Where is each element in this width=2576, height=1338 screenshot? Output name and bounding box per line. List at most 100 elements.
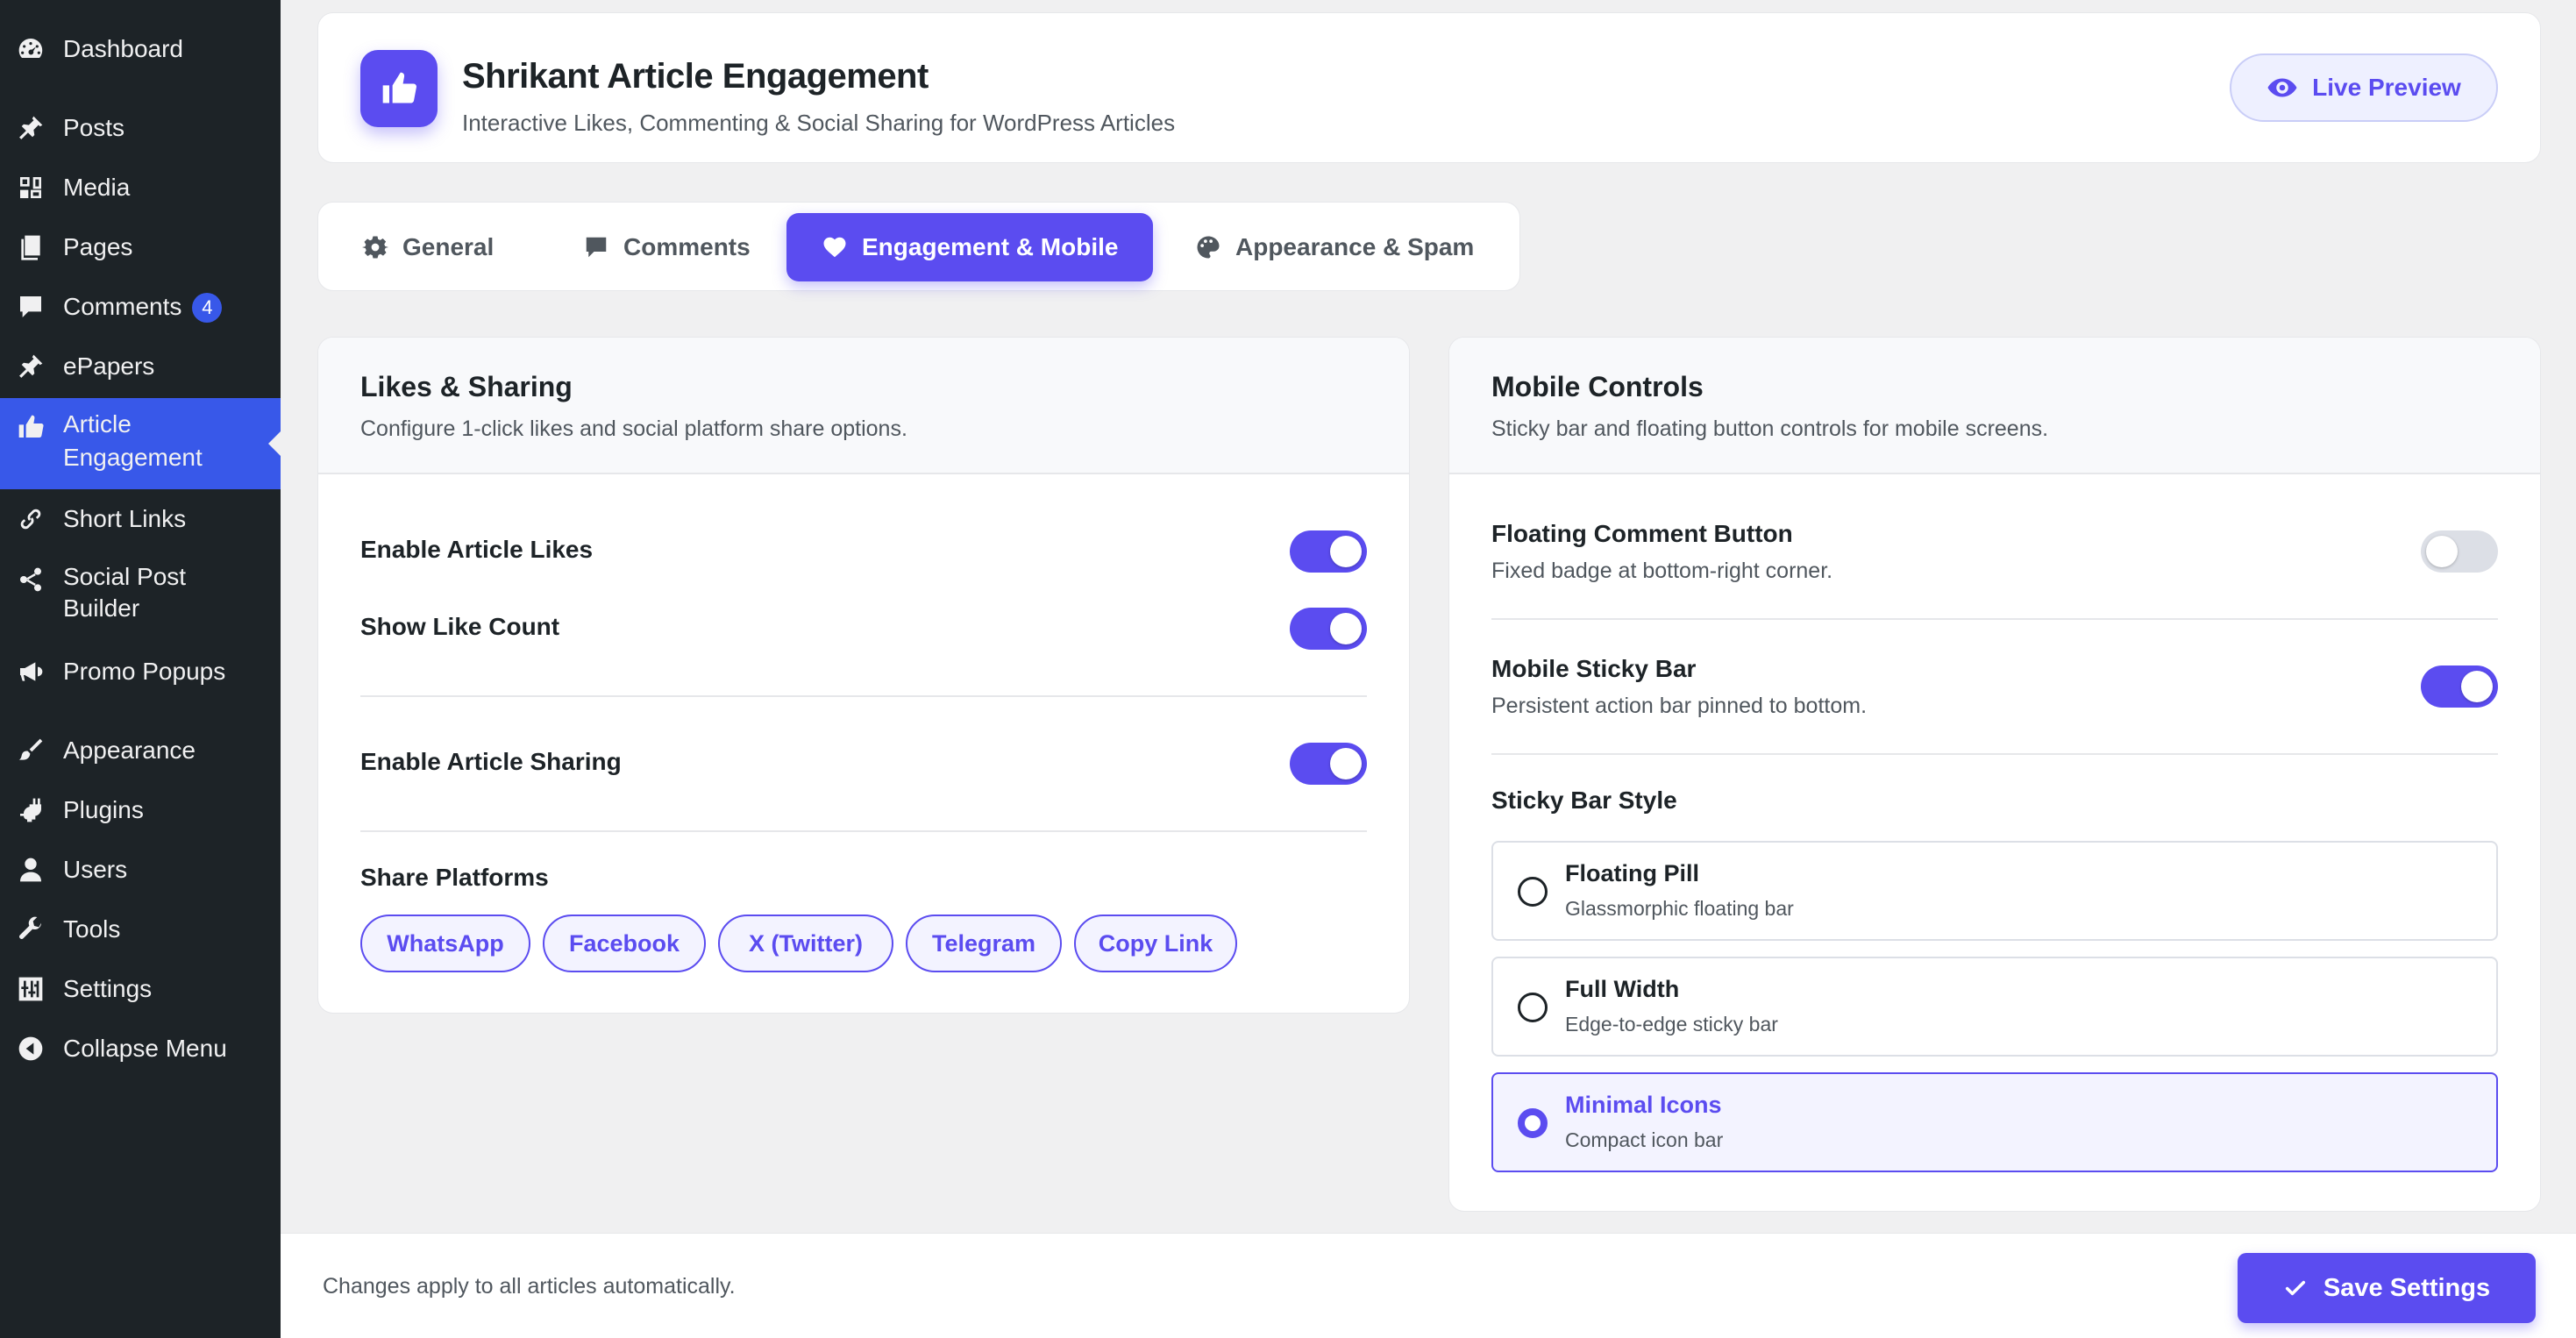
enable-likes-toggle[interactable] bbox=[1290, 530, 1367, 573]
sidebar-item-social-post-builder[interactable]: Social Post Builder bbox=[0, 561, 281, 628]
pages-icon bbox=[16, 232, 46, 262]
platform-chip-whatsapp[interactable]: WhatsApp bbox=[360, 915, 530, 972]
sidebar-item-epapers[interactable]: ePapers bbox=[0, 349, 281, 384]
mobile-sticky-bar-desc: Persistent action bar pinned to bottom. bbox=[1491, 694, 1868, 718]
sidebar-item-label: Appearance bbox=[63, 737, 196, 764]
checkmark-icon bbox=[2285, 1280, 2305, 1296]
plugin-header: Shrikant Article Engagement Interactive … bbox=[317, 12, 2541, 163]
floating-comment-button-toggle[interactable] bbox=[2421, 530, 2498, 573]
sidebar-item-posts[interactable]: Posts bbox=[0, 110, 281, 146]
show-like-count-label: Show Like Count bbox=[360, 613, 560, 640]
sidebar-item-tools[interactable]: Tools bbox=[0, 912, 281, 947]
sidebar-item-settings[interactable]: Settings bbox=[0, 971, 281, 1007]
radio-button-selected[interactable] bbox=[1518, 1108, 1548, 1138]
collapse-icon bbox=[16, 1034, 46, 1064]
sidebar-item-label: Short Links bbox=[63, 505, 187, 532]
platform-chip-facebook[interactable]: Facebook bbox=[543, 915, 706, 972]
toggle-knob bbox=[1330, 748, 1362, 779]
mobile-sticky-bar-toggle[interactable] bbox=[2421, 665, 2498, 708]
tab-comments[interactable]: Comments bbox=[548, 213, 786, 281]
sidebar-item-comments[interactable]: Comments 4 bbox=[0, 289, 281, 324]
thumbs-up-icon bbox=[382, 72, 416, 103]
style-option-floating-pill[interactable]: Floating Pill Glassmorphic floating bar bbox=[1491, 841, 2498, 941]
sidebar-item-dashboard[interactable]: Dashboard bbox=[0, 32, 281, 67]
sidebar-item-article-engagement[interactable]: Article Engagement bbox=[0, 398, 281, 489]
toggle-knob bbox=[2461, 671, 2493, 702]
option-title: Floating Pill bbox=[1565, 860, 1699, 886]
user-icon bbox=[16, 855, 46, 885]
panel-title: Likes & Sharing bbox=[360, 371, 573, 402]
option-title: Full Width bbox=[1565, 976, 1680, 1002]
sidebar-item-users[interactable]: Users bbox=[0, 852, 281, 887]
enable-sharing-toggle[interactable] bbox=[1290, 743, 1367, 785]
save-settings-label: Save Settings bbox=[2323, 1273, 2491, 1302]
enable-sharing-label: Enable Article Sharing bbox=[360, 748, 622, 775]
sidebar-item-label-line2: Builder bbox=[63, 594, 140, 622]
sidebar-item-media[interactable]: Media bbox=[0, 170, 281, 205]
settings-tabs: General Comments Engagement & Mobile App… bbox=[317, 202, 1520, 291]
option-desc: Compact icon bar bbox=[1565, 1128, 1724, 1151]
panel-header: Mobile Controls Sticky bar and floating … bbox=[1449, 338, 2540, 474]
dashboard-icon bbox=[16, 34, 46, 64]
gear-icon bbox=[362, 236, 388, 259]
platform-chip-telegram[interactable]: Telegram bbox=[906, 915, 1062, 972]
option-desc: Glassmorphic floating bar bbox=[1565, 897, 1794, 920]
toggle-knob bbox=[1330, 613, 1362, 644]
radio-button[interactable] bbox=[1518, 993, 1548, 1022]
sidebar-item-label: Posts bbox=[63, 114, 125, 141]
panel-subtitle: Configure 1-click likes and social platf… bbox=[360, 416, 907, 441]
divider bbox=[1491, 753, 2498, 755]
mobile-sticky-bar-label: Mobile Sticky Bar bbox=[1491, 655, 1697, 682]
sticky-bar-style-label: Sticky Bar Style bbox=[1491, 786, 1677, 814]
plug-icon bbox=[16, 795, 46, 825]
enable-likes-label: Enable Article Likes bbox=[360, 536, 594, 563]
pin-icon bbox=[16, 352, 46, 381]
toggle-knob bbox=[1330, 536, 1362, 567]
comment-icon bbox=[586, 237, 607, 258]
tab-label: Engagement & Mobile bbox=[862, 233, 1119, 260]
show-like-count-toggle[interactable] bbox=[1290, 608, 1367, 650]
sidebar-item-label-line2: Engagement bbox=[63, 444, 203, 471]
divider bbox=[1491, 618, 2498, 620]
thumbs-up-icon bbox=[16, 412, 46, 442]
footer-note: Changes apply to all articles automatica… bbox=[323, 1274, 736, 1299]
sidebar-item-label: Social Post bbox=[63, 563, 187, 590]
tab-general[interactable]: General bbox=[327, 213, 529, 281]
media-icon bbox=[16, 173, 46, 203]
tab-label: Comments bbox=[623, 233, 751, 260]
live-preview-label: Live Preview bbox=[2312, 74, 2461, 101]
tab-engagement-mobile[interactable]: Engagement & Mobile bbox=[786, 213, 1154, 281]
sidebar-item-label: Settings bbox=[63, 975, 153, 1002]
divider bbox=[360, 695, 1367, 697]
platform-chip-x-twitter[interactable]: X (Twitter) bbox=[718, 915, 893, 972]
sidebar-item-pages[interactable]: Pages bbox=[0, 230, 281, 265]
sidebar-item-label: Comments 4 bbox=[63, 291, 223, 324]
heart-icon bbox=[823, 237, 846, 258]
tab-label: Appearance & Spam bbox=[1235, 233, 1475, 260]
link-icon bbox=[16, 504, 46, 534]
sidebar-item-appearance[interactable]: Appearance bbox=[0, 733, 281, 768]
mobile-controls-panel: Mobile Controls Sticky bar and floating … bbox=[1448, 337, 2541, 1212]
megaphone-icon bbox=[16, 657, 46, 687]
collapse-menu-button[interactable]: Collapse Menu bbox=[0, 1031, 281, 1066]
live-preview-button[interactable]: Live Preview bbox=[2230, 53, 2498, 122]
divider bbox=[360, 830, 1367, 832]
sidebar-item-promo-popups[interactable]: Promo Popups bbox=[0, 654, 281, 689]
style-option-full-width[interactable]: Full Width Edge-to-edge sticky bar bbox=[1491, 957, 2498, 1057]
sidebar-item-label: Pages bbox=[63, 233, 133, 260]
page-subtitle: Interactive Likes, Commenting & Social S… bbox=[462, 110, 1176, 136]
sidebar-item-short-links[interactable]: Short Links bbox=[0, 502, 281, 537]
tab-appearance-spam[interactable]: Appearance & Spam bbox=[1160, 213, 1509, 281]
sliders-icon bbox=[16, 974, 46, 1004]
comment-icon bbox=[16, 292, 46, 322]
save-settings-button[interactable]: Save Settings bbox=[2238, 1253, 2536, 1323]
sidebar-item-plugins[interactable]: Plugins bbox=[0, 793, 281, 828]
wrench-icon bbox=[16, 915, 46, 944]
radio-button[interactable] bbox=[1518, 877, 1548, 907]
sidebar-item-label: Dashboard bbox=[63, 35, 183, 62]
platform-chip-copy-link[interactable]: Copy Link bbox=[1074, 915, 1237, 972]
settings-footer: Changes apply to all articles automatica… bbox=[281, 1233, 2576, 1338]
style-option-minimal-icons[interactable]: Minimal Icons Compact icon bar bbox=[1491, 1072, 2498, 1172]
page-title: Shrikant Article Engagement bbox=[462, 57, 929, 96]
sidebar-item-label: Promo Popups bbox=[63, 658, 226, 685]
